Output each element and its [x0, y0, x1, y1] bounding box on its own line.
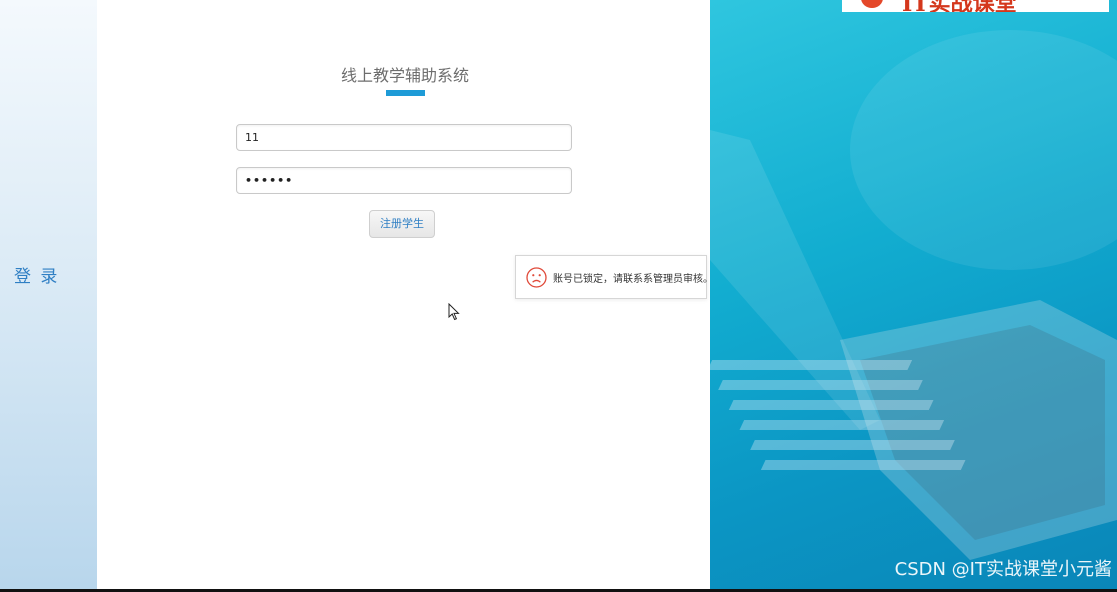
brand-text: IT实战课堂 [902, 0, 1017, 12]
sidebar-login-label[interactable]: 登 录 [14, 262, 59, 287]
watermark: CSDN @IT实战课堂小元酱 [894, 559, 1112, 580]
brand-logo-icon [861, 0, 883, 8]
page-title: 线上教学辅助系统 [340, 66, 469, 85]
mouse-cursor-icon [448, 303, 460, 321]
title-underline [386, 90, 425, 96]
register-student-button[interactable]: 注册学生 [369, 210, 435, 238]
laptop-illustration [710, 30, 1117, 560]
sad-face-icon [526, 267, 547, 288]
sidebar: 登 录 [0, 0, 97, 589]
error-toast: 账号已锁定，请联系系管理员审核。 [515, 255, 713, 299]
toast-message: 账号已锁定，请联系系管理员审核。 [553, 274, 713, 285]
brand-banner: IT实战课堂 [842, 0, 1109, 12]
username-field[interactable]: 11 [236, 124, 572, 151]
background-photo: IT实战课堂 CSDN @IT实战课堂小元酱 [710, 0, 1117, 589]
password-field[interactable]: •••••• [236, 167, 572, 194]
